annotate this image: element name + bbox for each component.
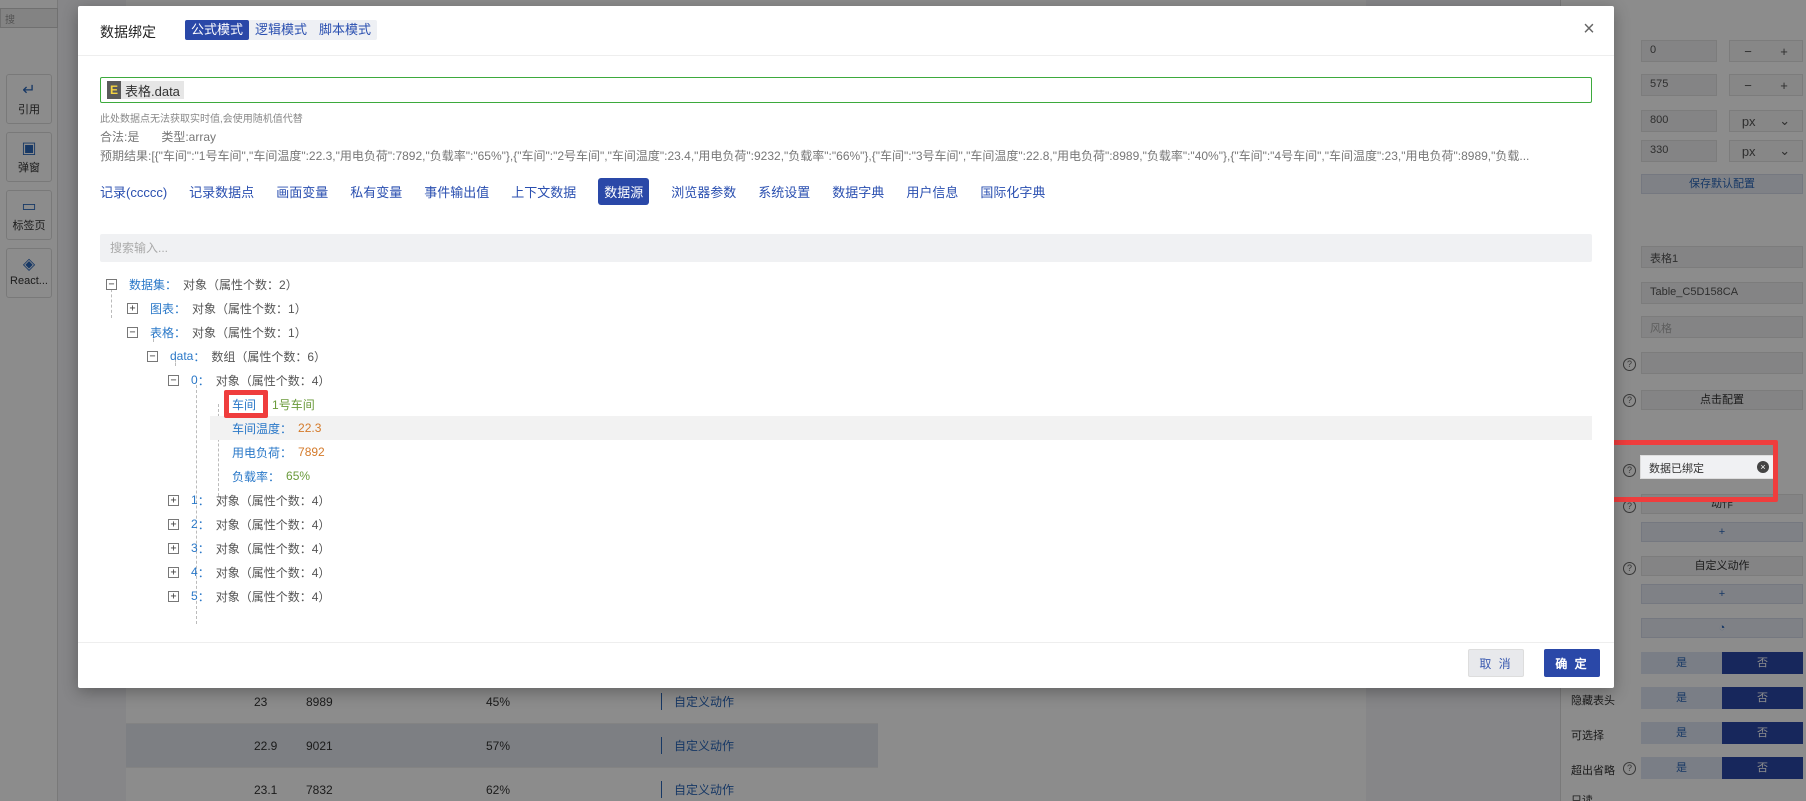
- tab-private-variable[interactable]: 私有变量: [350, 178, 402, 205]
- tab-record[interactable]: 记录(ccccc): [100, 178, 167, 205]
- formula-token[interactable]: E 表格.data: [107, 81, 184, 99]
- tab-i18n-dictionary[interactable]: 国际化字典: [980, 178, 1045, 205]
- tab-browser-params[interactable]: 浏览器参数: [671, 178, 736, 205]
- tree-node[interactable]: − data： 数组（属性个数：6）: [147, 344, 326, 368]
- tab-context-data[interactable]: 上下文数据: [511, 178, 576, 205]
- expand-icon[interactable]: +: [168, 566, 179, 578]
- tab-user-info[interactable]: 用户信息: [906, 178, 958, 205]
- expand-icon[interactable]: +: [168, 494, 179, 506]
- expression-icon: E: [107, 81, 121, 99]
- collapse-icon[interactable]: −: [147, 350, 158, 362]
- tree-node[interactable]: + 3： 对象（属性个数：4）: [168, 536, 330, 560]
- expand-icon[interactable]: +: [168, 518, 179, 530]
- realtime-hint: 此处数据点无法获取实时值,会使用随机值代替: [100, 114, 303, 125]
- formula-input[interactable]: E 表格.data: [100, 77, 1592, 103]
- tab-record-datapoint[interactable]: 记录数据点: [189, 178, 254, 205]
- tab-event-output[interactable]: 事件输出值: [424, 178, 489, 205]
- preview-result: 预期结果:[{"车间":"1号车间","车间温度":22.3,"用电负荷":78…: [100, 149, 1530, 163]
- tab-screen-variable[interactable]: 画面变量: [276, 178, 328, 205]
- tree-node[interactable]: + 5： 对象（属性个数：4）: [168, 584, 330, 608]
- tree-leaf[interactable]: 负载率： 65%: [232, 464, 310, 488]
- data-binding-dialog: 数据绑定 公式模式 逻辑模式 脚本模式 × E 表格.data 此处数据点无法获…: [78, 6, 1614, 688]
- dialog-title: 数据绑定: [100, 24, 156, 40]
- tree-node[interactable]: − 表格： 对象（属性个数：1）: [127, 320, 307, 344]
- tree-node[interactable]: + 图表： 对象（属性个数：1）: [127, 296, 307, 320]
- tab-formula-mode[interactable]: 公式模式: [185, 20, 250, 40]
- tree-leaf[interactable]: 用电负荷： 7892: [232, 440, 325, 464]
- tab-system-settings[interactable]: 系统设置: [758, 178, 810, 205]
- annotation-highlight: [1594, 440, 1778, 502]
- tree-search-input[interactable]: [100, 234, 1592, 262]
- tab-datasource[interactable]: 数据源: [598, 177, 650, 205]
- expand-icon[interactable]: +: [127, 302, 138, 314]
- tab-logic-mode[interactable]: 逻辑模式: [249, 20, 313, 40]
- close-icon[interactable]: ×: [1578, 18, 1600, 40]
- tree-node[interactable]: + 4： 对象（属性个数：4）: [168, 560, 330, 584]
- expand-icon[interactable]: +: [168, 590, 179, 602]
- mode-tabs: 公式模式 逻辑模式 脚本模式: [185, 20, 378, 40]
- tree-node[interactable]: + 1： 对象（属性个数：4）: [168, 488, 330, 512]
- cancel-button[interactable]: 取 消: [1468, 649, 1524, 677]
- dialog-footer: 取 消 确 定: [78, 642, 1614, 688]
- collapse-icon[interactable]: −: [168, 374, 179, 386]
- collapse-icon[interactable]: −: [127, 326, 138, 338]
- tab-data-dictionary[interactable]: 数据字典: [832, 178, 884, 205]
- validation-info: 合法:是 类型:array: [100, 130, 217, 144]
- tree-leaf[interactable]: 车间温度： 22.3: [210, 416, 1592, 440]
- tree-node[interactable]: − 数据集： 对象（属性个数：2）: [106, 272, 298, 296]
- annotation-highlight: [224, 390, 268, 418]
- confirm-button[interactable]: 确 定: [1544, 649, 1600, 677]
- tree-node[interactable]: − 0： 对象（属性个数：4）: [168, 368, 330, 392]
- dialog-header: 数据绑定 公式模式 逻辑模式 脚本模式 ×: [78, 6, 1614, 56]
- source-tabs: 记录(ccccc) 记录数据点 画面变量 私有变量 事件输出值 上下文数据 数据…: [100, 177, 1067, 205]
- tab-script-mode[interactable]: 脚本模式: [313, 20, 377, 40]
- tree-node[interactable]: + 2： 对象（属性个数：4）: [168, 512, 330, 536]
- expand-icon[interactable]: +: [168, 542, 179, 554]
- collapse-icon[interactable]: −: [106, 278, 117, 290]
